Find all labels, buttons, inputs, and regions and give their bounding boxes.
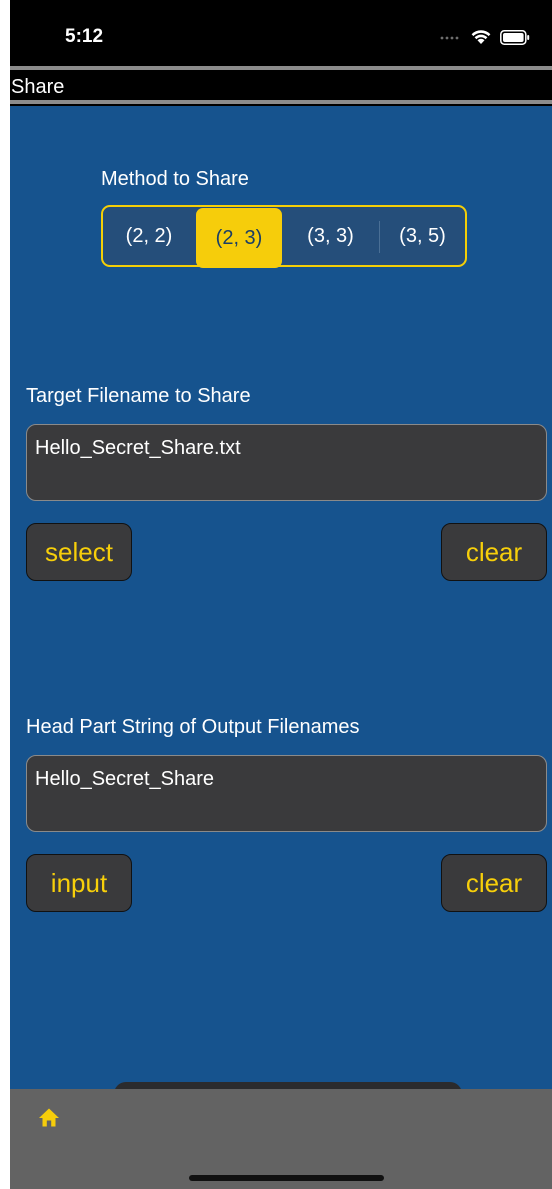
clear-head-part-button[interactable]: clear: [441, 854, 547, 912]
page-title: Share: [11, 76, 65, 98]
nav-bar: Share: [10, 70, 552, 100]
input-button[interactable]: input: [26, 854, 132, 912]
head-part-field[interactable]: Hello_Secret_Share: [26, 755, 547, 832]
wifi-icon: [471, 30, 491, 44]
battery-icon: [500, 29, 530, 45]
signal-dots-icon: [440, 36, 459, 40]
head-part-label: Head Part String of Output Filenames: [26, 716, 360, 738]
status-bar: 5:12: [10, 0, 552, 66]
home-indicator: [189, 1175, 384, 1181]
method-option-3-3[interactable]: (3, 3): [284, 207, 377, 265]
home-icon[interactable]: [38, 1107, 60, 1129]
method-option-2-3[interactable]: (2, 3): [196, 208, 282, 268]
method-label: Method to Share: [101, 168, 249, 190]
target-filename-field[interactable]: Hello_Secret_Share.txt: [26, 424, 547, 501]
app-frame: 5:12 Share Method to Share (2, 2) (2, 3)…: [10, 0, 552, 1189]
divider-title: [10, 100, 552, 104]
method-option-3-5[interactable]: (3, 5): [380, 207, 465, 265]
select-button[interactable]: select: [26, 523, 132, 581]
target-filename-label: Target Filename to Share: [26, 385, 251, 407]
status-icons: [440, 29, 530, 45]
method-option-2-2[interactable]: (2, 2): [103, 207, 195, 265]
method-segmented-control[interactable]: (2, 2) (2, 3) (3, 3) (3, 5): [101, 205, 467, 268]
status-time: 5:12: [65, 26, 104, 47]
tab-bar: [10, 1089, 552, 1189]
clear-target-button[interactable]: clear: [441, 523, 547, 581]
